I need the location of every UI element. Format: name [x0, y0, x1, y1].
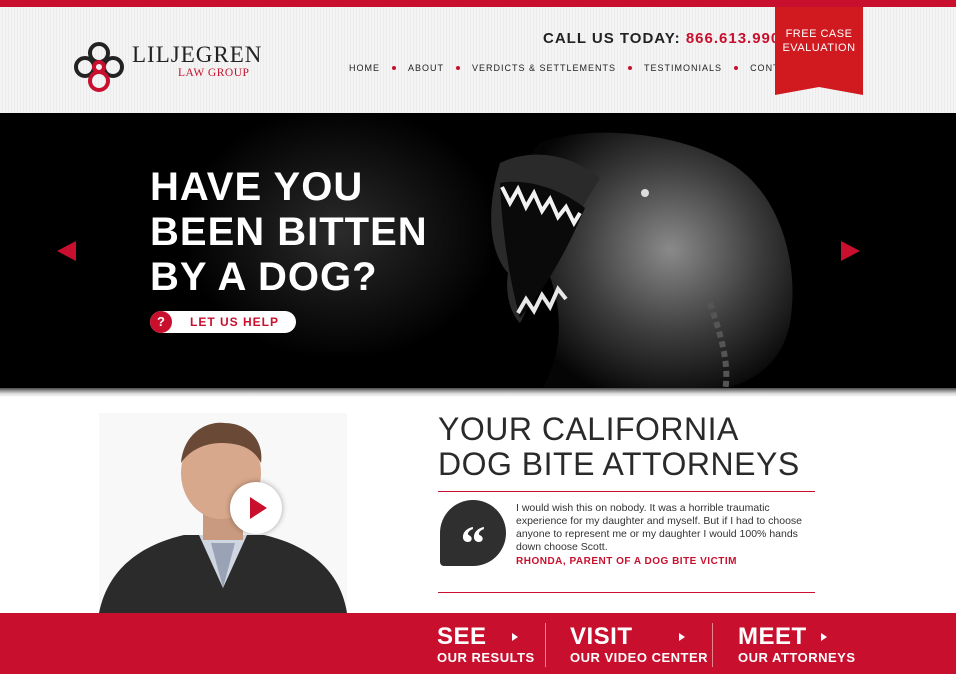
arrow-left-icon[interactable]	[57, 241, 76, 261]
cta-title: SEE	[437, 623, 487, 650]
nav-separator	[734, 66, 739, 70]
meet-attorneys-link[interactable]: MEET OUR ATTORNEYS	[738, 623, 856, 666]
main-nav: HOME ABOUT VERDICTS & SETTLEMENTS TESTIM…	[349, 63, 818, 73]
logo-subtitle: LAW GROUP	[178, 67, 250, 79]
hero-headline: HAVE YOU BEEN BITTEN BY A DOG?	[150, 165, 428, 300]
cta-divider	[545, 623, 546, 667]
cta-title: MEET	[738, 623, 807, 650]
video-thumbnail[interactable]	[99, 413, 347, 613]
visit-video-center-link[interactable]: VISIT OUR VIDEO CENTER	[570, 623, 709, 666]
page-title: YOUR CALIFORNIA DOG BITE ATTORNEYS	[438, 412, 800, 482]
hero-slider: HAVE YOU BEEN BITTEN BY A DOG? ? LET US …	[0, 113, 956, 388]
page-title-line: YOUR CALIFORNIA	[438, 411, 739, 447]
testimonial-quote: I would wish this on nobody. It was a ho…	[516, 502, 802, 553]
divider	[438, 491, 815, 492]
phone-number[interactable]: 866.613.9906	[686, 30, 790, 47]
nav-item-testimonials[interactable]: TESTIMONIALS	[644, 63, 722, 73]
phone-label: CALL US TODAY:	[543, 30, 681, 47]
page-title-line: DOG BITE ATTORNEYS	[438, 446, 800, 482]
chevron-right-icon	[821, 633, 827, 641]
nav-separator	[628, 66, 633, 70]
cta-divider	[712, 623, 713, 667]
arrow-right-icon[interactable]	[841, 241, 860, 261]
dog-photo	[491, 132, 793, 388]
nav-item-home[interactable]: HOME	[349, 63, 380, 73]
cta-subtitle: OUR ATTORNEYS	[738, 650, 856, 665]
free-case-evaluation-label: FREE CASE EVALUATION	[775, 27, 863, 55]
logo[interactable]: LILJEGREN LAW GROUP	[72, 40, 272, 96]
nav-separator	[392, 66, 396, 70]
top-accent-bar	[0, 0, 956, 7]
divider	[438, 592, 815, 593]
hero-headline-line: BY A DOG?	[150, 255, 378, 299]
see-results-link[interactable]: SEE OUR RESULTS	[437, 623, 535, 666]
play-icon[interactable]	[230, 482, 282, 534]
testimonial-author: RHONDA, PARENT OF A DOG BITE VICTIM	[516, 556, 738, 567]
question-icon: ?	[150, 311, 172, 333]
hero-headline-line: BEEN BITTEN	[150, 210, 428, 254]
quote-icon: “	[440, 500, 506, 571]
free-case-evaluation-button[interactable]: FREE CASE EVALUATION	[775, 7, 863, 95]
hero-bottom-shadow	[0, 388, 956, 397]
let-us-help-label: LET US HELP	[190, 315, 280, 329]
eval-line-2: EVALUATION	[782, 42, 856, 54]
cta-bar: SEE OUR RESULTS VISIT OUR VIDEO CENTER M…	[0, 613, 956, 674]
logo-name: LILJEGREN	[132, 42, 263, 67]
chevron-right-icon	[679, 633, 685, 641]
let-us-help-button[interactable]: ? LET US HELP	[150, 311, 296, 333]
cta-title: VISIT	[570, 623, 633, 650]
phone-line: CALL US TODAY: 866.613.9906	[543, 30, 790, 47]
attorney-photo	[99, 422, 347, 613]
chevron-right-icon	[512, 633, 518, 641]
nav-item-verdicts[interactable]: VERDICTS & SETTLEMENTS	[472, 63, 616, 73]
nav-separator	[456, 66, 461, 70]
eval-line-1: FREE CASE	[785, 28, 853, 40]
cta-subtitle: OUR VIDEO CENTER	[570, 650, 709, 665]
hero-headline-line: HAVE YOU	[150, 165, 364, 209]
nav-item-about[interactable]: ABOUT	[408, 63, 444, 73]
cta-subtitle: OUR RESULTS	[437, 650, 535, 665]
logo-knot-icon	[74, 42, 124, 92]
